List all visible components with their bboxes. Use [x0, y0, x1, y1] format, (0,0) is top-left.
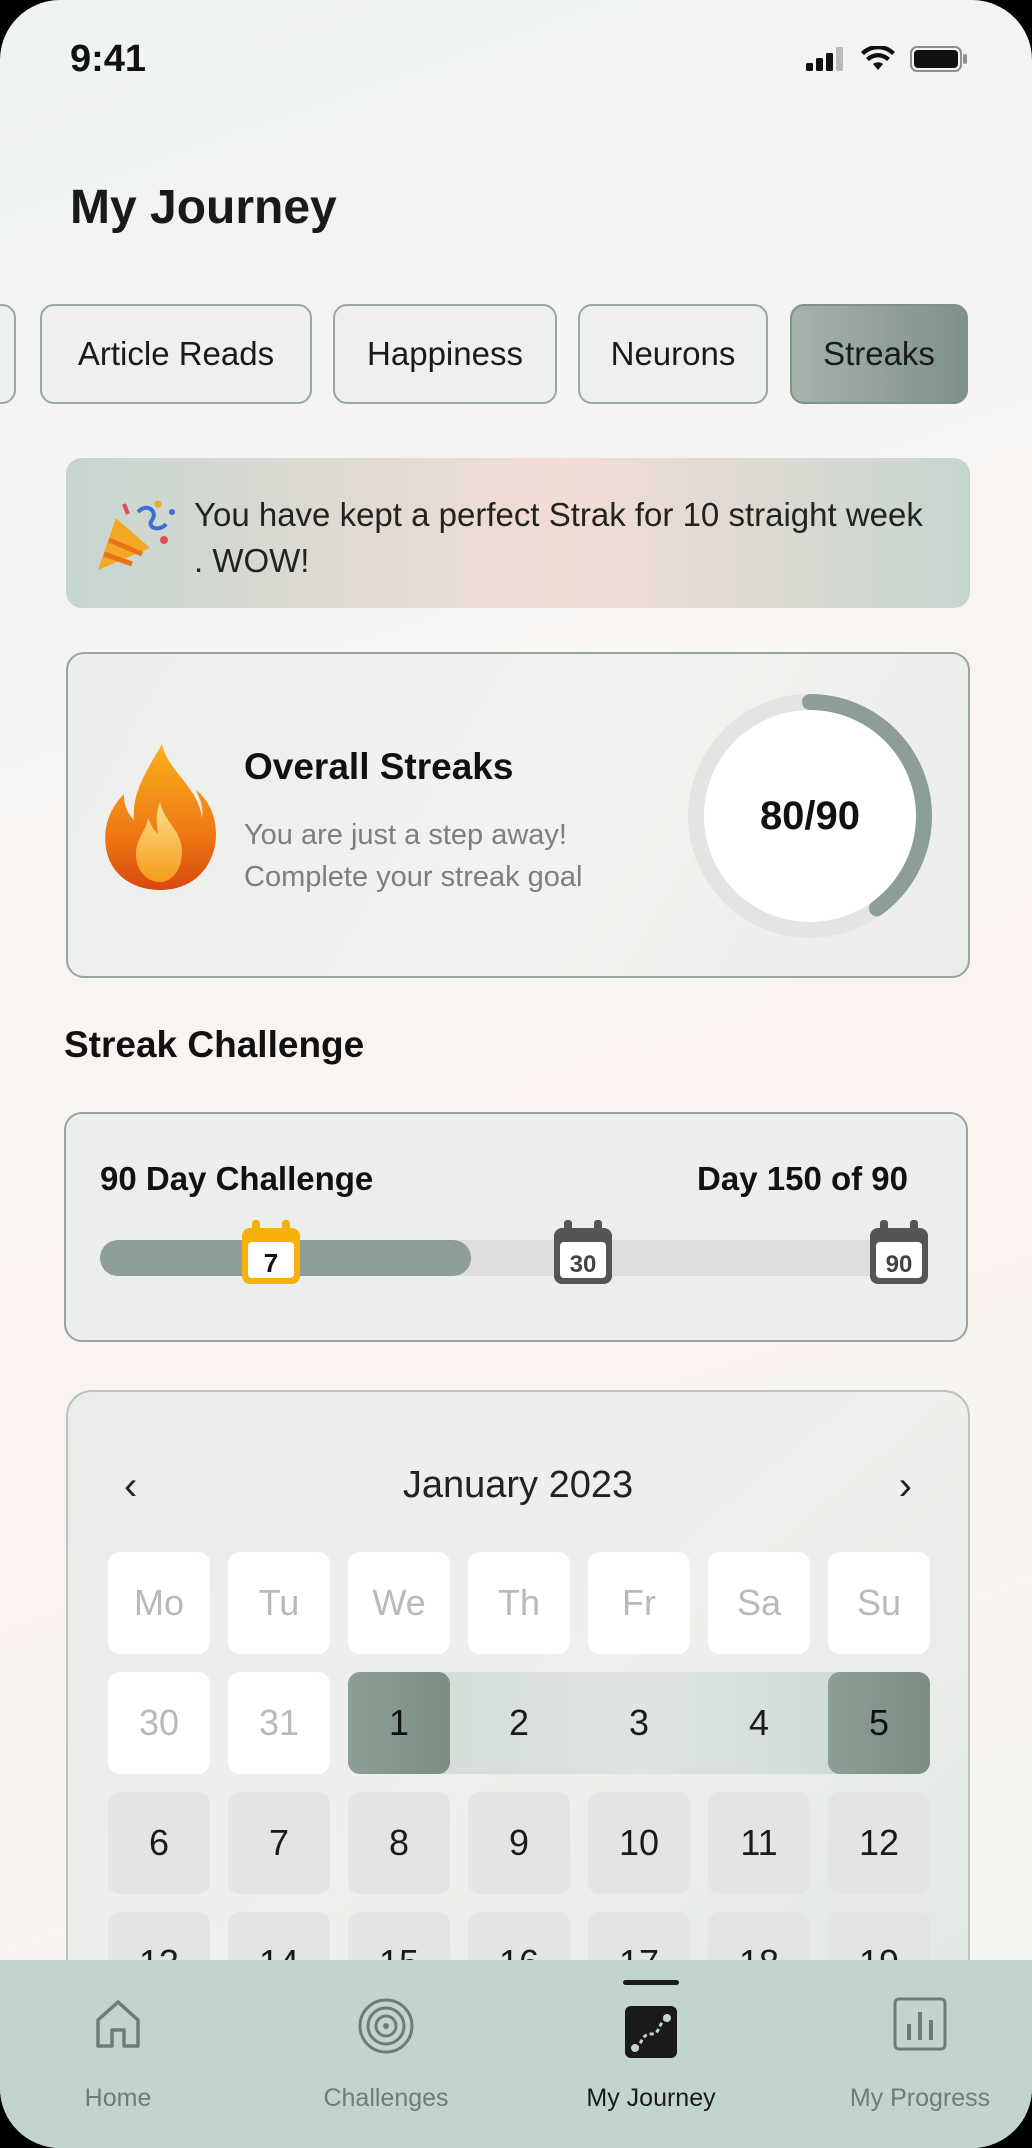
- nav-home[interactable]: Home: [8, 1960, 228, 2148]
- weekday-header: Su: [828, 1552, 930, 1654]
- calendar-day[interactable]: 4: [708, 1672, 810, 1774]
- nav-my-progress-label: My Progress: [849, 2084, 991, 2112]
- weekday-header: Fr: [588, 1552, 690, 1654]
- milestone-7-label: 7: [264, 1248, 278, 1278]
- milestone-90-calendar-icon: 90: [870, 1220, 928, 1284]
- tab-happiness[interactable]: Happiness: [333, 304, 557, 404]
- target-icon: [358, 1998, 414, 2054]
- overall-subtitle-line2: Complete your streak goal: [244, 861, 583, 893]
- tab-partial[interactable]: [0, 304, 16, 404]
- bottom-nav: Home Challenges My Journey My Progress: [0, 1960, 1032, 2148]
- wifi-icon: [861, 46, 895, 70]
- calendar-next-button[interactable]: ›: [899, 1464, 912, 1509]
- nav-my-progress[interactable]: My Progress: [810, 1960, 1030, 2148]
- calendar-day[interactable]: 1: [348, 1672, 450, 1774]
- weekday-header: Sa: [708, 1552, 810, 1654]
- status-bar: 9:41: [0, 0, 1032, 120]
- streak-challenge-heading: Streak Challenge: [64, 1024, 365, 1065]
- status-icons: [806, 46, 968, 72]
- challenge-label: 90 Day Challenge: [100, 1160, 374, 1197]
- page-title: My Journey: [70, 181, 337, 234]
- battery-icon: [910, 46, 967, 72]
- nav-my-journey-label: My Journey: [586, 2084, 716, 2112]
- weekday-header: Mo: [108, 1552, 210, 1654]
- overall-streaks-title: Overall Streaks: [244, 746, 514, 787]
- streak-challenge-card: 90 Day Challenge Day 150 of 90 7 30 90: [64, 1112, 968, 1342]
- signal-icon: [806, 47, 843, 71]
- calendar-day[interactable]: 5: [828, 1672, 930, 1774]
- milestone-30-calendar-icon: 30: [554, 1220, 612, 1284]
- milestone-90-label: 90: [886, 1251, 913, 1278]
- nav-home-label: Home: [84, 2084, 152, 2112]
- tab-bar: Article Reads Happiness Neurons Streaks: [0, 304, 1032, 404]
- calendar-day[interactable]: 11: [708, 1792, 810, 1894]
- nav-challenges[interactable]: Challenges: [276, 1960, 496, 2148]
- nav-challenges-label: Challenges: [323, 2084, 449, 2112]
- calendar-month-label: January 2023: [402, 1464, 634, 1506]
- challenge-progress-track: 7 30 90: [100, 1220, 928, 1284]
- overall-subtitle-line1: You are just a step away!: [244, 819, 567, 851]
- weekday-header: We: [348, 1552, 450, 1654]
- nav-active-indicator: [623, 1980, 679, 1985]
- weekday-header: Th: [468, 1552, 570, 1654]
- weekday-header: Tu: [228, 1552, 330, 1654]
- journey-icon: [625, 2006, 677, 2058]
- phone-screen: 9:41 My Journey Article Reads Happiness …: [0, 0, 1032, 2148]
- milestone-7-calendar-icon: 7: [242, 1220, 300, 1284]
- calendar-day[interactable]: 2: [468, 1672, 570, 1774]
- calendar-day[interactable]: 30: [108, 1672, 210, 1774]
- overall-streaks-card: Overall Streaks You are just a step away…: [66, 652, 970, 978]
- calendar-day[interactable]: 8: [348, 1792, 450, 1894]
- tab-article-reads[interactable]: Article Reads: [40, 304, 312, 404]
- party-popper-icon: [98, 500, 175, 570]
- calendar-day[interactable]: 31: [228, 1672, 330, 1774]
- tab-neurons[interactable]: Neurons: [578, 304, 768, 404]
- calendar-day[interactable]: 3: [588, 1672, 690, 1774]
- calendar-day[interactable]: 6: [108, 1792, 210, 1894]
- overall-streaks-subtitle: You are just a step away! Complete your …: [244, 814, 664, 898]
- calendar-day[interactable]: 12: [828, 1792, 930, 1894]
- nav-my-journey[interactable]: My Journey: [541, 1960, 761, 2148]
- banner-text: You have kept a perfect Strak for 10 str…: [194, 496, 923, 579]
- flame-icon: [105, 744, 216, 890]
- tab-streaks[interactable]: Streaks: [790, 304, 968, 404]
- challenge-day-status: Day 150 of 90: [697, 1160, 908, 1197]
- achievement-banner: You have kept a perfect Strak for 10 str…: [66, 458, 970, 608]
- status-time: 9:41: [70, 38, 147, 80]
- calendar-day[interactable]: 9: [468, 1792, 570, 1894]
- chart-icon: [893, 1997, 947, 2051]
- calendar-day[interactable]: 10: [588, 1792, 690, 1894]
- milestone-30-label: 30: [570, 1251, 597, 1278]
- home-icon: [96, 2000, 140, 2048]
- calendar-day[interactable]: 7: [228, 1792, 330, 1894]
- streak-progress-value: 80/90: [759, 793, 861, 838]
